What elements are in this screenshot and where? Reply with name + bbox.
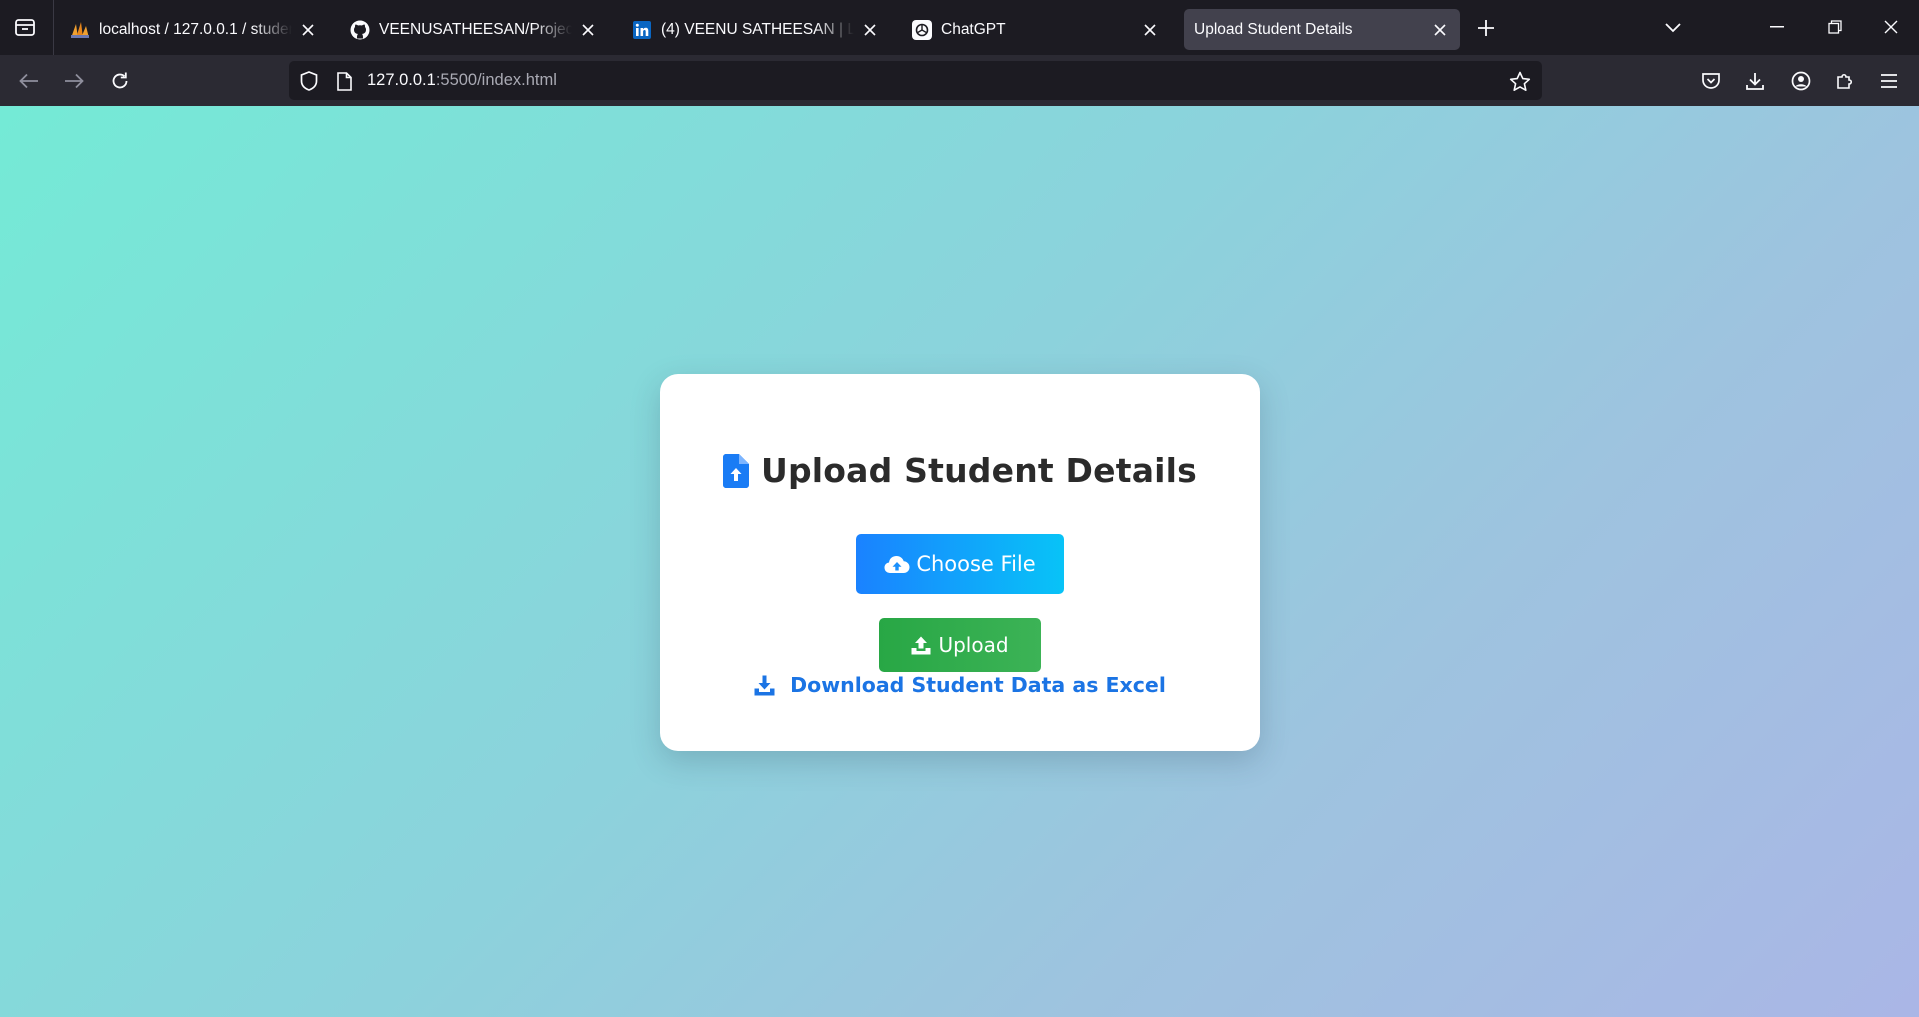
back-arrow-icon[interactable] xyxy=(15,67,43,95)
forward-arrow-icon[interactable] xyxy=(60,67,88,95)
chevron-down-icon[interactable] xyxy=(1661,16,1685,40)
cloud-upload-icon xyxy=(884,554,910,574)
tab-title: ChatGPT xyxy=(941,20,1006,38)
page-viewport: Upload Student Details Choose File Uploa… xyxy=(0,106,1919,1017)
tab-strip: localhost / 127.0.0.1 / student_d VEENUS… xyxy=(0,0,1919,55)
tab-github[interactable]: VEENUSATHEESAN/Project-Exc xyxy=(340,9,608,50)
tab-chatgpt[interactable]: ChatGPT xyxy=(902,9,1170,50)
download-icon xyxy=(754,674,776,696)
menu-icon[interactable] xyxy=(1875,67,1903,95)
upload-card: Upload Student Details Choose File Uploa… xyxy=(660,374,1260,751)
page-icon[interactable] xyxy=(334,70,354,92)
shield-icon[interactable] xyxy=(298,70,320,92)
url-text: 127.0.0.1:5500/index.html xyxy=(367,71,557,90)
tab-title: VEENUSATHEESAN/Project-Exc xyxy=(379,20,572,38)
choose-file-button[interactable]: Choose File xyxy=(856,534,1064,594)
navigation-toolbar: 127.0.0.1:5500/index.html xyxy=(0,55,1919,106)
card-heading: Upload Student Details xyxy=(660,451,1260,490)
new-tab-icon[interactable] xyxy=(1474,16,1498,40)
upload-icon xyxy=(911,635,933,655)
url-host: 127.0.0.1 xyxy=(367,71,436,89)
downloads-icon[interactable] xyxy=(1741,67,1769,95)
linkedin-icon xyxy=(632,20,652,40)
tab-phpmyadmin[interactable]: localhost / 127.0.0.1 / student_d xyxy=(60,9,328,50)
firefox-view-icon[interactable] xyxy=(12,16,38,38)
tab-title: (4) VEENU SATHEESAN | Linked xyxy=(661,20,854,38)
download-label: Download Student Data as Excel xyxy=(790,673,1166,697)
restore-icon[interactable] xyxy=(1822,14,1848,40)
chatgpt-icon xyxy=(912,19,932,40)
tab-separator xyxy=(53,0,54,55)
tab-upload-student-details[interactable]: Upload Student Details xyxy=(1184,9,1460,50)
page-title: Upload Student Details xyxy=(760,451,1198,490)
close-icon[interactable] xyxy=(1430,20,1450,40)
download-excel-link[interactable]: Download Student Data as Excel xyxy=(660,673,1260,697)
close-icon[interactable] xyxy=(298,20,318,40)
choose-file-label: Choose File xyxy=(916,552,1036,576)
tab-title: localhost / 127.0.0.1 / student_d xyxy=(99,20,292,38)
extensions-icon[interactable] xyxy=(1831,67,1859,95)
address-bar[interactable]: 127.0.0.1:5500/index.html xyxy=(289,61,1542,100)
phpmyadmin-icon xyxy=(70,20,90,40)
github-icon xyxy=(350,20,370,40)
reload-icon[interactable] xyxy=(106,67,134,95)
close-icon[interactable] xyxy=(860,20,880,40)
url-path: :5500/index.html xyxy=(435,71,557,89)
close-icon[interactable] xyxy=(1140,20,1160,40)
tab-linkedin[interactable]: (4) VEENU SATHEESAN | Linked xyxy=(622,9,890,50)
file-upload-icon xyxy=(722,453,751,489)
close-icon[interactable] xyxy=(578,20,598,40)
window-close-icon[interactable] xyxy=(1878,14,1904,40)
tab-title: Upload Student Details xyxy=(1194,20,1353,38)
minimize-icon[interactable] xyxy=(1764,14,1790,40)
upload-button[interactable]: Upload xyxy=(879,618,1041,672)
bookmark-star-icon[interactable] xyxy=(1508,69,1532,93)
upload-label: Upload xyxy=(938,633,1009,657)
account-icon[interactable] xyxy=(1787,67,1815,95)
pocket-icon[interactable] xyxy=(1697,67,1725,95)
